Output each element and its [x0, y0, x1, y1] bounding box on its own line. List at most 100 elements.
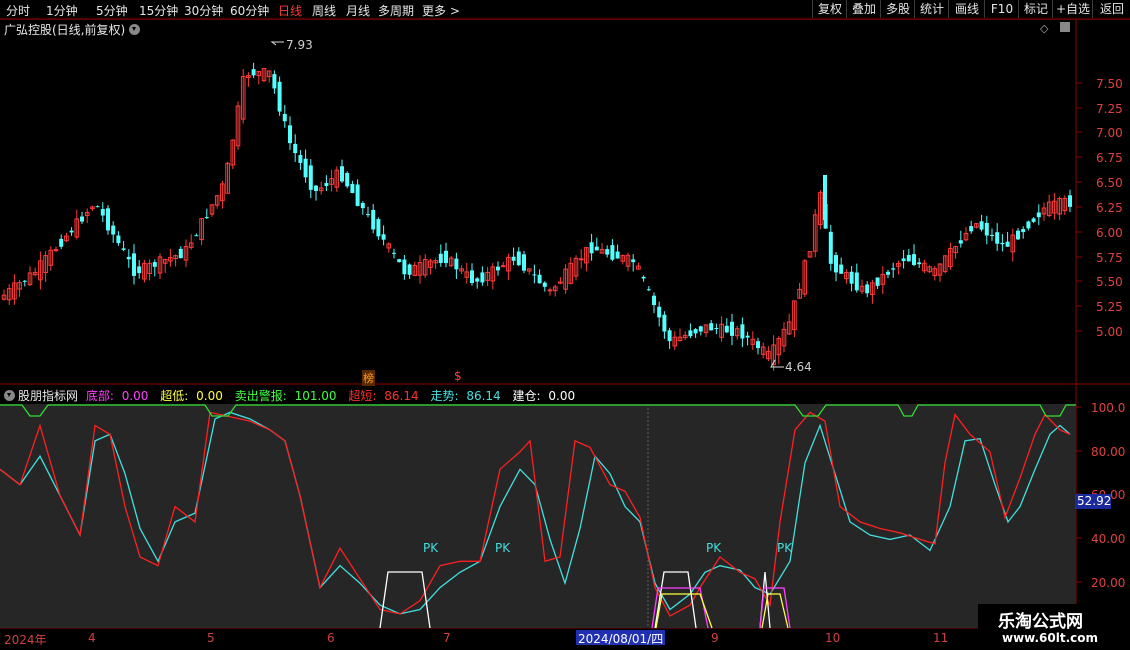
candle-body-down	[958, 240, 963, 244]
candle-body-down	[298, 155, 303, 163]
candle-body-down	[121, 248, 126, 250]
candle-body-down	[126, 256, 131, 260]
candle-body-down	[667, 330, 672, 342]
candle-body-down	[589, 242, 594, 254]
candle-body-down	[496, 266, 500, 271]
candle-body-down	[340, 166, 344, 182]
dollar-badge[interactable]: $	[454, 369, 462, 383]
candle-body-down	[80, 216, 84, 222]
date-label: 6	[327, 631, 335, 645]
candle-body-down	[106, 208, 110, 231]
candle-body-down	[714, 327, 719, 329]
pk-label: PK	[495, 541, 511, 555]
ind-ultralow-label: 超低: 0.00	[160, 389, 223, 403]
candle-body-down	[865, 284, 870, 294]
dropdown-icon[interactable]	[129, 24, 141, 35]
candle-body-up	[578, 258, 584, 261]
candle-body-down	[532, 274, 537, 276]
current-value-badge: 52.92	[1075, 494, 1112, 509]
price-tick: 5.25	[1096, 300, 1123, 314]
candle-body-down	[875, 277, 880, 286]
candle-body-down	[657, 306, 662, 318]
candle-body-down	[688, 330, 693, 337]
panel-toggle-icon[interactable]	[1060, 22, 1070, 32]
candle-body-down	[969, 226, 974, 232]
candle-body-down	[542, 282, 547, 287]
candle-body-down	[740, 324, 745, 339]
candle-body-down	[1026, 221, 1031, 229]
low-price-label: 4.64	[785, 360, 812, 374]
high-price-label: 7.93	[286, 38, 313, 52]
stock-title[interactable]: 广弘控股(日线,前复权)	[4, 21, 141, 38]
price-tick: 6.00	[1096, 226, 1123, 240]
price-tick: 6.25	[1096, 201, 1123, 215]
candle-body-down	[194, 235, 199, 237]
candle-body-down	[22, 280, 27, 282]
candle-body-down	[1000, 242, 1005, 245]
price-tick: 7.50	[1096, 77, 1123, 91]
indicator-header: 股朋指标网 底部: 0.00 超低: 0.00 卖出警报: 101.00 超短:…	[4, 387, 583, 404]
candle-body-down	[407, 264, 412, 275]
candle-body-down	[839, 264, 844, 274]
candle-body-down	[1016, 230, 1020, 240]
candle-body-down	[1068, 195, 1072, 207]
candle-body-down	[979, 221, 984, 230]
candle-body-down	[1021, 229, 1026, 233]
candle-body-down	[522, 254, 526, 271]
stock-title-text: 广弘控股(日线,前复权)	[4, 23, 126, 37]
pk-label: PK	[423, 541, 439, 555]
watermark-title: 乐淘公式网	[998, 612, 1083, 632]
candle-body-down	[631, 259, 636, 263]
candle-body-down	[990, 235, 994, 237]
candle-body-down	[381, 234, 386, 240]
date-label: 9	[711, 631, 719, 645]
candle-body-down	[308, 165, 313, 190]
candle-body-up	[547, 289, 553, 292]
candle-body-down	[615, 251, 620, 259]
candle-body-down	[204, 217, 209, 219]
kline-chart[interactable]	[0, 0, 1130, 650]
candle-body-down	[730, 321, 734, 336]
candle-body-down	[111, 225, 116, 235]
candle-body-down	[475, 278, 480, 282]
candle-body-down	[886, 271, 890, 275]
pk-label: PK	[706, 541, 722, 555]
candle-body-down	[95, 206, 100, 208]
candle-body-down	[834, 255, 838, 273]
watermark-url: www.60lt.com	[1002, 631, 1099, 645]
candle-body-down	[355, 184, 360, 206]
price-tick: 6.75	[1096, 151, 1123, 165]
candle-body-down	[917, 262, 922, 265]
candle-body-down	[350, 183, 355, 194]
diamond-icon[interactable]: ◇	[1040, 22, 1048, 35]
price-tick: 5.50	[1096, 275, 1123, 289]
ind-tick: 100.0	[1091, 401, 1126, 415]
candle-body-down	[745, 335, 750, 338]
ind-tick: 80.00	[1091, 445, 1126, 459]
high-pointer	[270, 41, 284, 46]
candle-body-down	[709, 323, 714, 331]
indicator-dropdown-icon[interactable]	[4, 390, 15, 401]
candle-body-down	[69, 230, 74, 233]
rank-badge[interactable]: 榜	[362, 370, 375, 386]
candle-body-down	[849, 271, 854, 284]
candle-body-down	[324, 182, 329, 187]
candle-body-down	[371, 209, 376, 230]
pk-label: PK	[777, 541, 793, 555]
candle-body-down	[470, 270, 474, 283]
candle-body-down	[537, 274, 542, 284]
candle-body-down	[293, 143, 298, 154]
candle-body-down	[891, 268, 896, 270]
ind-short-label: 超短: 86.14	[348, 389, 419, 403]
candle-body-down	[605, 249, 610, 255]
price-tick: 6.50	[1096, 176, 1123, 190]
indicator-name: 股朋指标网	[18, 389, 79, 403]
candle-body-down	[480, 272, 485, 283]
price-tick: 5.00	[1096, 325, 1123, 339]
candle-body-down	[100, 208, 105, 216]
candle-body-down	[314, 185, 318, 191]
candle-body-down	[610, 245, 615, 260]
candle-body-down	[693, 329, 698, 334]
candle-body-down	[906, 254, 911, 262]
candle-body-down	[594, 246, 599, 251]
